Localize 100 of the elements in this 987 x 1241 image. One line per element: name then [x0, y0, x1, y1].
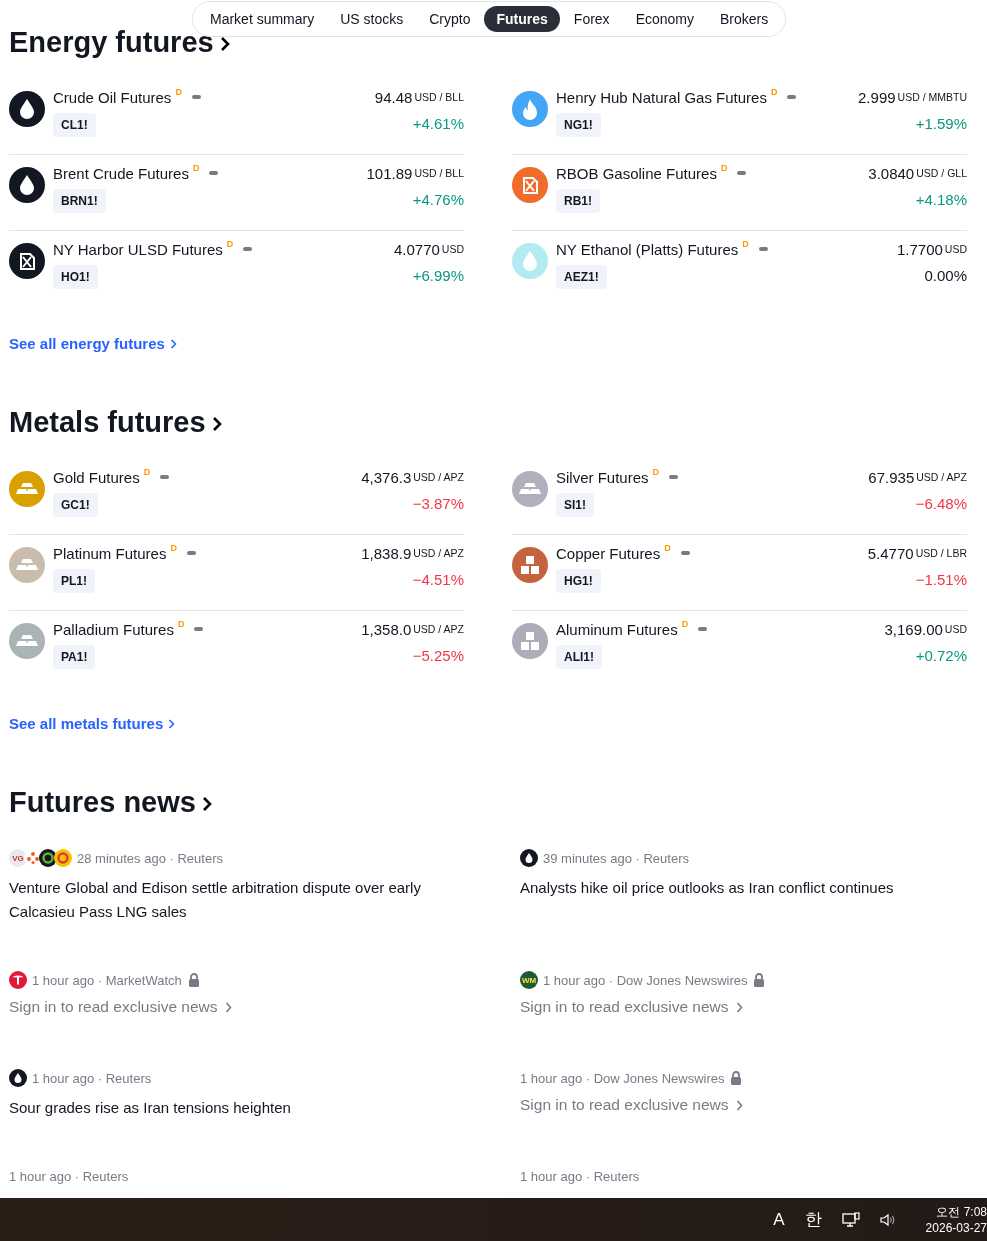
chevron-icon: [201, 796, 212, 812]
delay-marker: D: [681, 619, 689, 629]
symbol-badge: HG1!: [556, 569, 601, 593]
symbol-badge: HO1!: [53, 265, 98, 289]
tab[interactable]: Brokers: [708, 6, 781, 32]
sign-in-link[interactable]: Sign in to read exclusive news: [520, 998, 729, 1016]
change-percent: −5.25%: [412, 647, 464, 664]
change-percent: +6.99%: [412, 267, 464, 284]
see-all-link[interactable]: See all metals futures: [9, 715, 164, 732]
status-dash: [669, 475, 679, 479]
tab[interactable]: US stocks: [328, 6, 416, 32]
price-unit: USD: [944, 623, 967, 635]
price: 3.0840: [868, 164, 915, 182]
source-logo: VG: [9, 849, 27, 867]
section-title[interactable]: Futures news: [9, 785, 196, 819]
chevron-icon: [168, 719, 176, 729]
future-name[interactable]: Copper Futures: [556, 544, 661, 562]
change-percent: +0.72%: [915, 647, 967, 664]
price-unit: USD / APZ: [916, 471, 967, 483]
change-percent: +4.76%: [412, 191, 464, 208]
future-name[interactable]: NY Harbor ULSD Futures: [53, 240, 223, 258]
price-unit: USD / APZ: [413, 547, 464, 559]
price-unit: USD / MMBTU: [897, 91, 967, 103]
status-dash: [194, 627, 204, 631]
price: 1.7700: [896, 240, 943, 258]
price-unit: USD / BLL: [414, 167, 464, 179]
chevron-icon: [211, 416, 222, 432]
clock-time[interactable]: 오전 7:08: [936, 1203, 987, 1220]
future-name[interactable]: Palladium Futures: [53, 620, 174, 638]
status-dash: [758, 247, 768, 251]
price: 67.935: [868, 468, 915, 486]
delay-marker: D: [175, 87, 182, 97]
news-meta: 1 hour ago · Dow Jones Newswires: [520, 1070, 725, 1086]
change-percent: −4.51%: [412, 571, 464, 588]
news-meta: 39 minutes ago · Reuters: [543, 850, 689, 866]
symbol-badge: NG1!: [556, 113, 601, 137]
tab[interactable]: Crypto: [417, 6, 483, 32]
volume-icon[interactable]: [879, 1212, 896, 1227]
tab[interactable]: Forex: [561, 6, 622, 32]
price-unit: USD: [944, 243, 967, 255]
change-percent: −3.87%: [412, 495, 464, 512]
change-percent: +1.59%: [915, 115, 967, 132]
network-icon[interactable]: [841, 1211, 860, 1228]
tab[interactable]: Futures: [484, 6, 560, 32]
input-mode-indicator[interactable]: A: [773, 1209, 785, 1230]
future-name[interactable]: Platinum Futures: [53, 544, 167, 562]
price-unit: USD / APZ: [413, 623, 464, 635]
future-name[interactable]: NY Ethanol (Platts) Futures: [556, 240, 739, 258]
chevron-icon: [224, 1001, 232, 1013]
future-name[interactable]: Silver Futures: [556, 468, 649, 486]
future-name[interactable]: Crude Oil Futures: [53, 88, 172, 106]
change-percent: 0.00%: [924, 267, 967, 284]
price: 3,169.00: [884, 620, 943, 638]
news-headline[interactable]: Analysts hike oil price outlooks as Iran conflict continues: [520, 876, 960, 900]
price-unit: USD / APZ: [413, 471, 464, 483]
price: 1,838.9: [361, 544, 412, 562]
news-headline[interactable]: Venture Global and Edison settle arbitration dispute over early Calcasieu Pass LNG sales: [9, 876, 449, 924]
delay-marker: D: [664, 543, 671, 553]
ime-indicator[interactable]: 한: [804, 1208, 822, 1231]
price-unit: USD: [441, 243, 464, 255]
news-headline[interactable]: Sour grades rise as Iran tensions heighten: [9, 1096, 449, 1120]
chevron-icon: [735, 1099, 743, 1111]
symbol-badge: ALI1!: [556, 645, 602, 669]
change-percent: −6.48%: [915, 495, 967, 512]
price: 4,376.3: [361, 468, 412, 486]
status-dash: [680, 551, 690, 555]
news-meta: 1 hour ago · Dow Jones Newswires: [543, 972, 748, 988]
symbol-badge: CL1!: [53, 113, 96, 137]
price: 5.4770: [867, 544, 914, 562]
change-percent: +4.61%: [412, 115, 464, 132]
section-title[interactable]: Metals futures: [9, 405, 206, 439]
future-name[interactable]: Brent Crude Futures: [53, 164, 189, 182]
clock-date[interactable]: 2026-03-27: [925, 1219, 987, 1236]
chevron-icon: [219, 36, 230, 52]
future-name[interactable]: Aluminum Futures: [556, 620, 678, 638]
chevron-icon: [169, 339, 177, 349]
tab[interactable]: Economy: [623, 6, 706, 32]
price: 4.0770: [393, 240, 440, 258]
delay-marker: D: [170, 543, 177, 553]
news-meta: 1 hour ago · MarketWatch: [32, 972, 182, 988]
symbol-badge: RB1!: [556, 189, 600, 213]
future-name[interactable]: Henry Hub Natural Gas Futures: [556, 88, 767, 106]
future-name[interactable]: RBOB Gasoline Futures: [556, 164, 717, 182]
news-meta: 1 hour ago · Reuters: [32, 1070, 152, 1086]
delay-marker: D: [143, 467, 151, 477]
symbol-badge: PA1!: [53, 645, 96, 669]
future-name[interactable]: Gold Futures: [53, 468, 140, 486]
price: 94.48: [374, 88, 413, 106]
price-unit: USD / GLL: [916, 167, 967, 179]
sign-in-link[interactable]: Sign in to read exclusive news: [9, 998, 218, 1016]
sign-in-link[interactable]: Sign in to read exclusive news: [520, 1096, 729, 1114]
see-all-link[interactable]: See all energy futures: [9, 335, 165, 352]
price-unit: USD / BLL: [414, 91, 464, 103]
status-dash: [186, 551, 196, 555]
delay-marker: D: [770, 87, 778, 97]
news-meta: 28 minutes ago · Reuters: [77, 850, 223, 866]
symbol-badge: GC1!: [53, 493, 98, 517]
symbol-badge: PL1!: [53, 569, 95, 593]
price-unit: USD / LBR: [915, 547, 967, 559]
status-dash: [787, 95, 797, 99]
